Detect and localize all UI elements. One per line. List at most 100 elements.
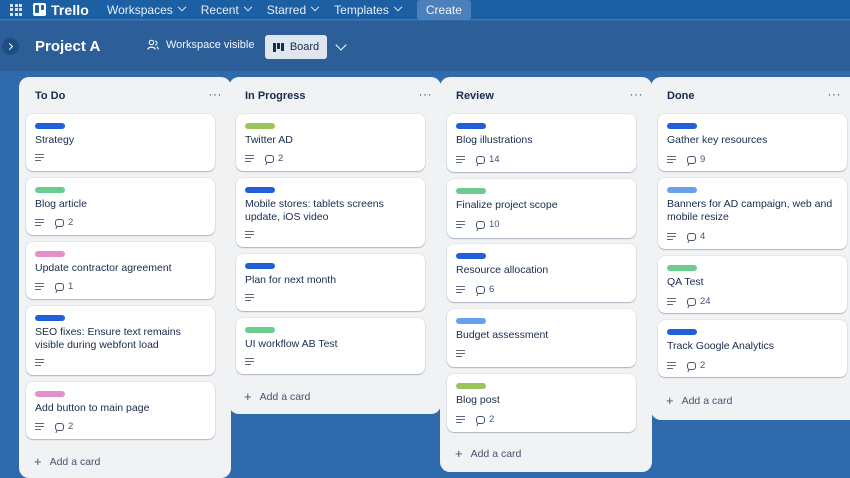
list-title[interactable]: Done: [667, 90, 695, 102]
card[interactable]: QA Test 24: [658, 256, 847, 313]
app-switcher-icon[interactable]: [10, 3, 22, 16]
add-card-button[interactable]: + Add a card: [34, 454, 100, 469]
card-badges: 9: [667, 154, 705, 165]
card-badges: 24: [667, 296, 711, 307]
description-icon: [456, 221, 465, 228]
more-options-icon[interactable]: ···: [630, 88, 644, 100]
comment-icon: [476, 155, 485, 164]
card[interactable]: Budget assessment: [447, 309, 636, 367]
card-badges: 2: [667, 360, 705, 371]
card-badges: 1: [35, 281, 73, 292]
description-icon: [245, 294, 254, 301]
view-switcher-chevron-icon[interactable]: [335, 39, 347, 51]
nav-workspaces-label: Workspaces: [106, 2, 173, 17]
trello-logo[interactable]: Trello: [33, 2, 89, 18]
trello-logo-icon: [33, 3, 46, 16]
card-label[interactable]: [35, 251, 65, 257]
more-options-icon[interactable]: ···: [419, 88, 433, 100]
card-label[interactable]: [245, 187, 275, 193]
visibility-button[interactable]: Workspace visible: [147, 39, 254, 51]
list-title[interactable]: In Progress: [245, 90, 306, 102]
card[interactable]: Blog article 2: [26, 178, 215, 235]
card-label[interactable]: [245, 327, 275, 333]
board-title[interactable]: Project A: [35, 38, 100, 55]
comment-count: 6: [489, 284, 495, 295]
card[interactable]: Banners for AD campaign, web and mobile …: [658, 178, 847, 249]
card-label[interactable]: [667, 187, 697, 193]
card-badges: 4: [667, 231, 705, 242]
description-icon: [456, 156, 465, 163]
add-card-button[interactable]: + Add a card: [455, 446, 521, 461]
add-card-button[interactable]: + Add a card: [666, 393, 732, 408]
card-title: Blog article: [35, 198, 87, 210]
card-title: Budget assessment: [456, 329, 549, 341]
card-title: Update contractor agreement: [35, 262, 172, 274]
comment-count: 2: [68, 217, 74, 228]
board-view-icon: [272, 42, 284, 52]
card[interactable]: Resource allocation 6: [447, 244, 636, 302]
chevron-down-icon: [243, 2, 253, 11]
list-title[interactable]: To Do: [35, 90, 65, 102]
nav-starred[interactable]: Starred: [259, 0, 326, 20]
card[interactable]: Gather key resources 9: [658, 114, 847, 171]
card-label[interactable]: [456, 253, 486, 259]
more-options-icon[interactable]: ···: [828, 88, 842, 100]
create-button[interactable]: Create: [416, 0, 471, 20]
card-title: Resource allocation: [456, 264, 549, 276]
card-label[interactable]: [35, 187, 65, 193]
card[interactable]: UI workflow AB Test: [236, 318, 425, 374]
card-label[interactable]: [35, 391, 65, 397]
comment-icon: [476, 415, 485, 424]
card[interactable]: Blog post 2: [447, 374, 636, 432]
card-title: Plan for next month: [245, 274, 337, 286]
card-label[interactable]: [456, 188, 486, 194]
list-title[interactable]: Review: [456, 90, 494, 102]
nav-recent[interactable]: Recent: [193, 0, 259, 20]
description-icon: [35, 359, 44, 366]
description-icon: [245, 231, 254, 238]
card-title: Mobile stores: tablets screens update, i…: [245, 198, 384, 223]
card[interactable]: Plan for next month: [236, 254, 425, 311]
card[interactable]: Add button to main page 2: [26, 382, 215, 439]
nav-workspaces[interactable]: Workspaces: [99, 0, 193, 20]
card-badges: 2: [245, 153, 283, 164]
card-label[interactable]: [35, 123, 65, 129]
add-card-label: Add a card: [470, 447, 522, 460]
card-title: Twitter AD: [245, 134, 293, 146]
card[interactable]: Twitter AD 2: [236, 114, 425, 171]
card-label[interactable]: [245, 123, 275, 129]
card[interactable]: SEO fixes: Ensure text remains visible d…: [26, 306, 215, 375]
card-label[interactable]: [35, 315, 65, 321]
comment-count: 2: [68, 421, 74, 432]
card-label[interactable]: [667, 329, 697, 335]
card[interactable]: Blog illustrations 14: [447, 114, 636, 172]
nav-templates[interactable]: Templates: [326, 0, 409, 20]
card[interactable]: Update contractor agreement 1: [26, 242, 215, 299]
card-label[interactable]: [456, 123, 486, 129]
card[interactable]: Finalize project scope 10: [447, 179, 636, 238]
list-header: Done ···: [651, 77, 850, 115]
card-label[interactable]: [245, 263, 275, 269]
card-badges: 6: [456, 284, 494, 295]
more-options-icon[interactable]: ···: [209, 88, 223, 100]
add-card-button[interactable]: + Add a card: [244, 389, 310, 404]
card[interactable]: Track Google Analytics 2: [658, 320, 847, 377]
card-title: Strategy: [35, 134, 75, 146]
card[interactable]: Strategy: [26, 114, 215, 171]
card-label[interactable]: [667, 123, 697, 129]
board-view-button[interactable]: Board: [265, 35, 327, 59]
card-label[interactable]: [456, 383, 486, 389]
card-label[interactable]: [456, 318, 486, 324]
list-in-progress: In Progress ··· Twitter AD 2 Mobile stor…: [229, 77, 441, 414]
card-title: Track Google Analytics: [667, 340, 774, 352]
comment-count: 1: [68, 281, 74, 292]
comment-icon: [55, 422, 64, 431]
card[interactable]: Mobile stores: tablets screens update, i…: [236, 178, 425, 247]
list-header: To Do ···: [19, 77, 231, 115]
description-icon: [667, 298, 676, 305]
chevron-down-icon: [177, 2, 187, 11]
card-title: Finalize project scope: [456, 199, 558, 211]
card-label[interactable]: [667, 265, 697, 271]
sidebar-expand-button[interactable]: [2, 38, 19, 55]
list-review: Review ··· Blog illustrations 14 Finaliz…: [440, 77, 652, 472]
